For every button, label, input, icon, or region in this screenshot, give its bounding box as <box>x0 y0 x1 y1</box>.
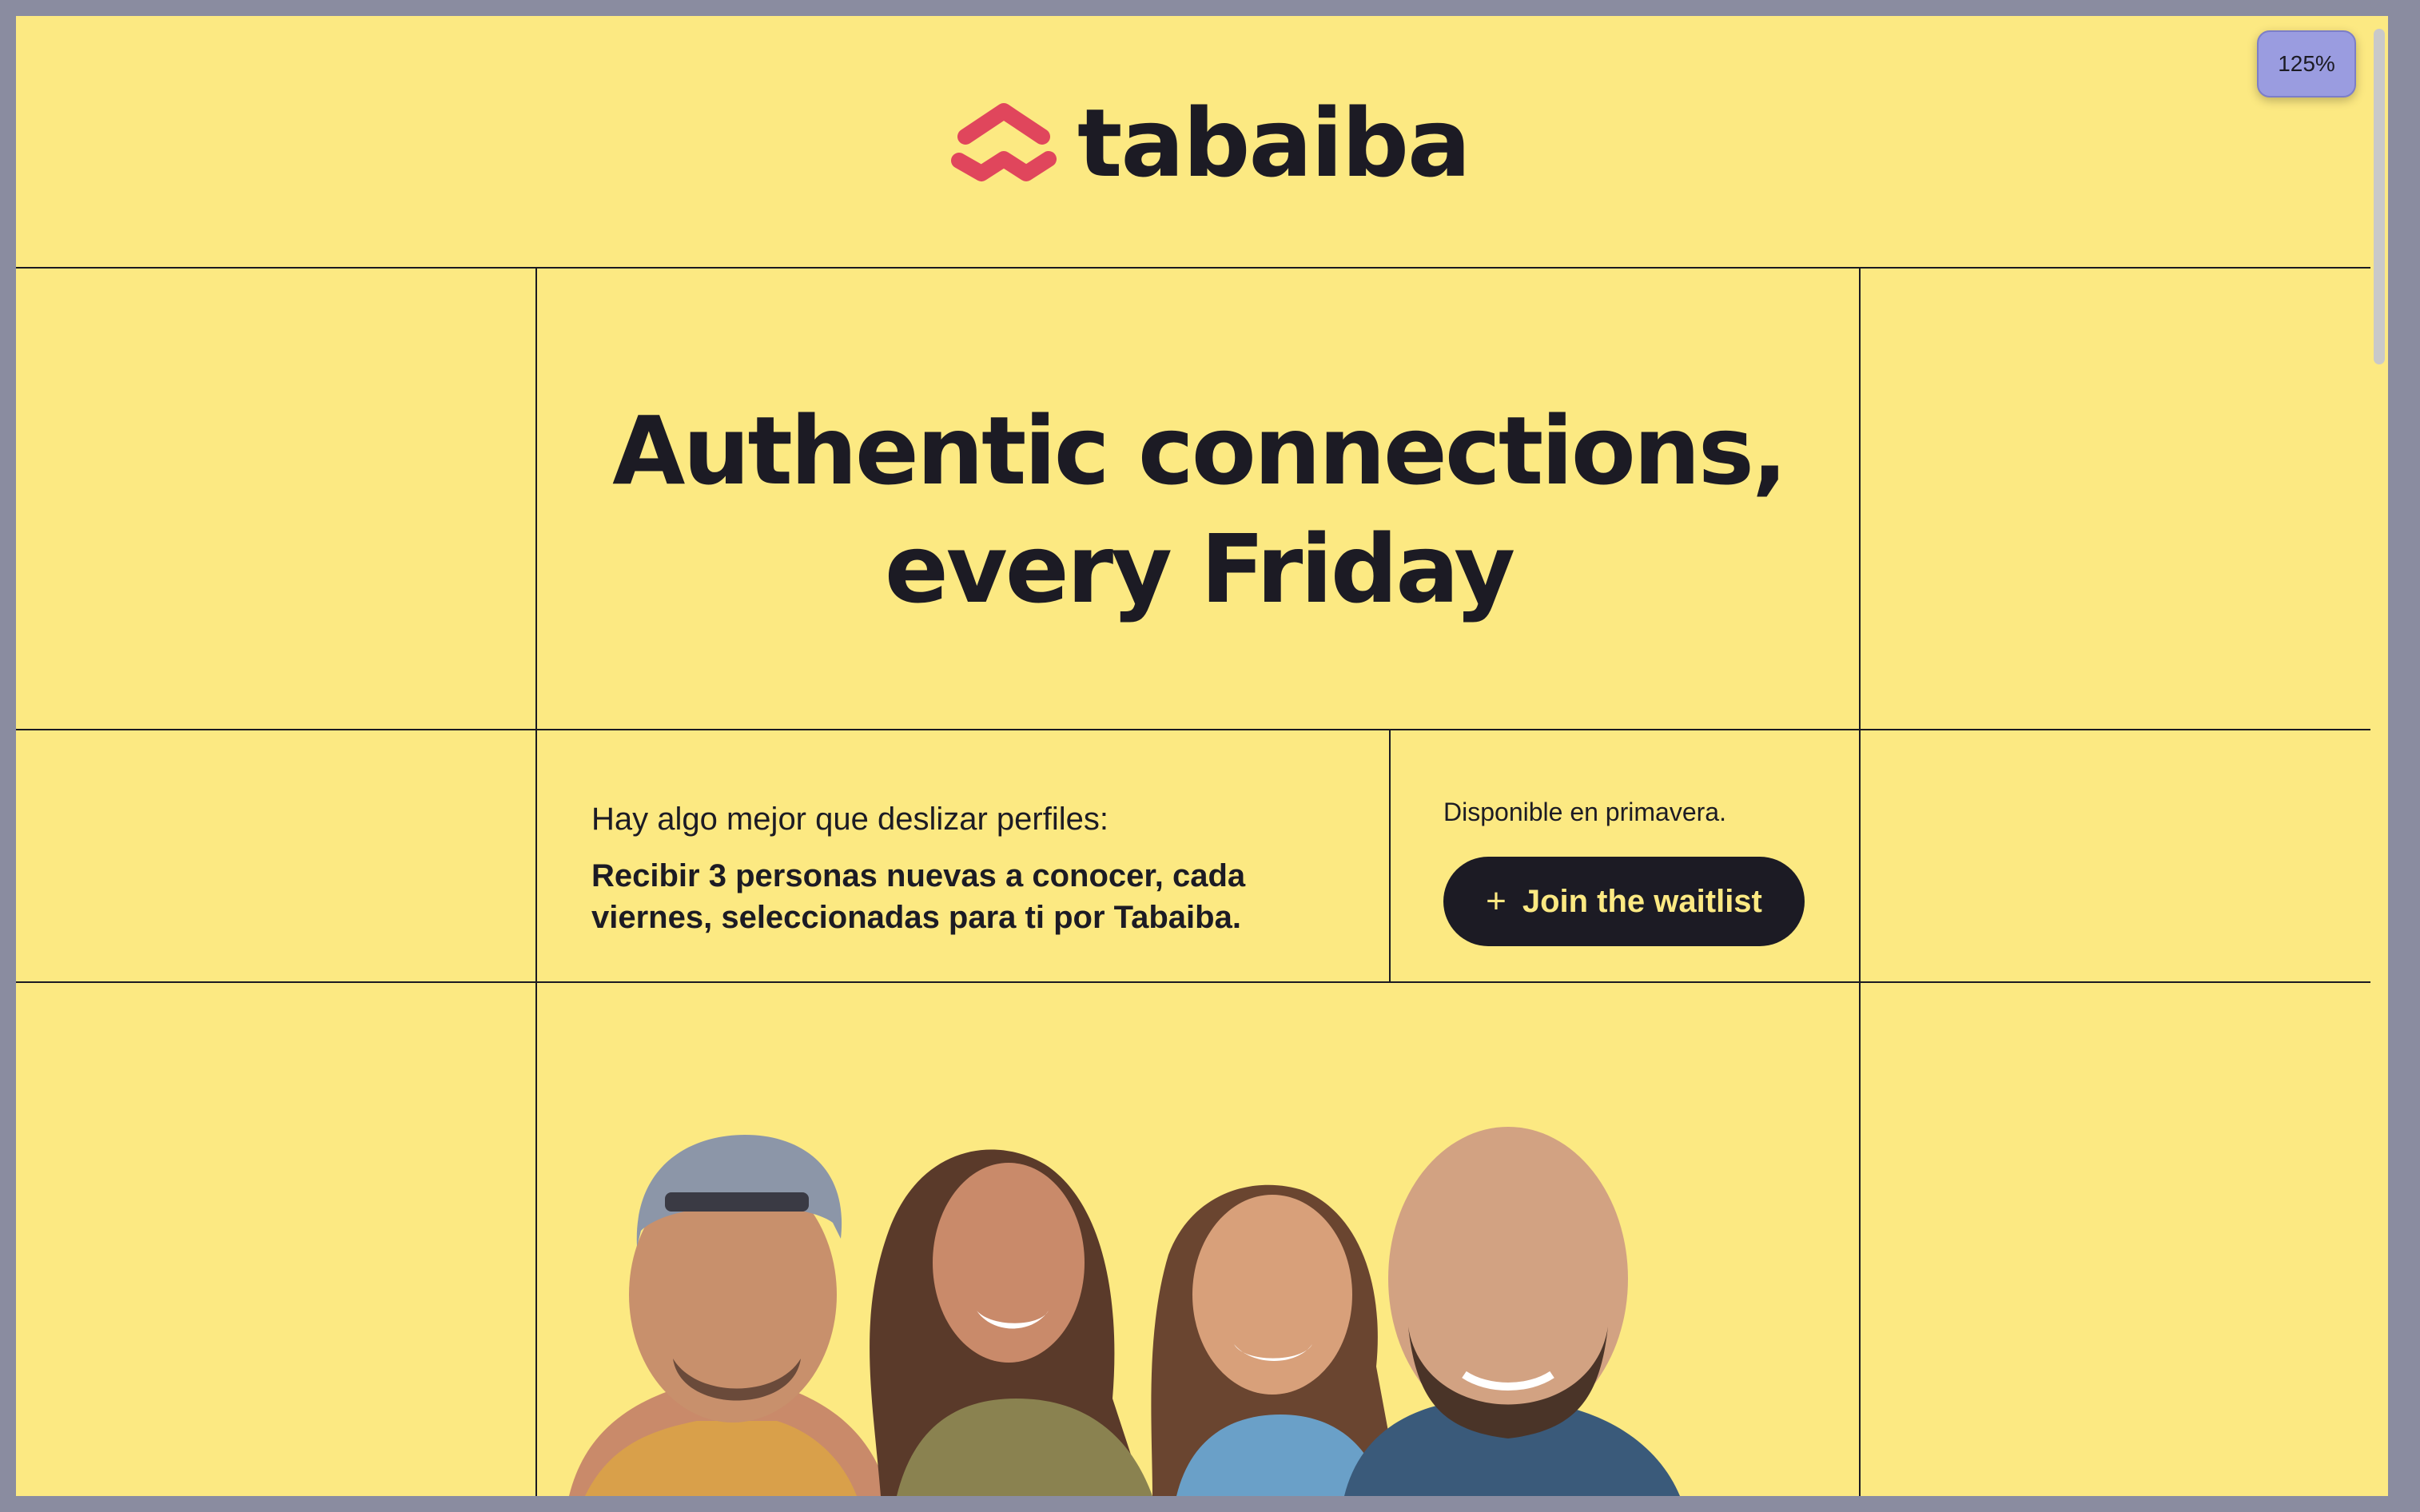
zoom-indicator[interactable]: 125% <box>2257 30 2356 97</box>
intro-body: Recibir 3 personas nuevas a conocer, cad… <box>591 858 1246 935</box>
hero-title: Authentic connections, every Friday <box>537 392 1861 628</box>
intro-text: Hay algo mejor que deslizar perfiles: Re… <box>591 799 1359 938</box>
join-waitlist-label: Join the waitlist <box>1522 883 1762 919</box>
person-1 <box>569 1135 889 1496</box>
person-2 <box>870 1149 1152 1496</box>
hero-title-line-1: Authentic connections, <box>612 396 1788 506</box>
brand-logo[interactable]: tabaiba <box>951 88 1471 198</box>
brand-name: tabaiba <box>1077 88 1471 198</box>
grid-divider <box>1389 729 1391 981</box>
person-3 <box>1151 1184 1400 1496</box>
join-waitlist-button[interactable]: + Join the waitlist <box>1443 857 1805 946</box>
person-4 <box>1344 1127 1680 1496</box>
intro-lead: Hay algo mejor que deslizar perfiles: <box>591 802 1109 837</box>
tabaiba-logo-icon <box>951 103 1057 181</box>
page-viewport: tabaiba Authentic connections, every Fri… <box>16 16 2388 1496</box>
group-photo <box>569 1127 1680 1496</box>
grid-divider <box>16 729 2378 730</box>
grid-divider <box>16 267 2378 269</box>
page-scrollbar[interactable] <box>2370 16 2388 1496</box>
plus-icon: + <box>1486 881 1507 921</box>
hero-title-line-2: every Friday <box>884 514 1515 624</box>
scrollbar-thumb[interactable] <box>2374 29 2385 364</box>
availability-note: Disponible en primavera. <box>1443 798 1726 826</box>
